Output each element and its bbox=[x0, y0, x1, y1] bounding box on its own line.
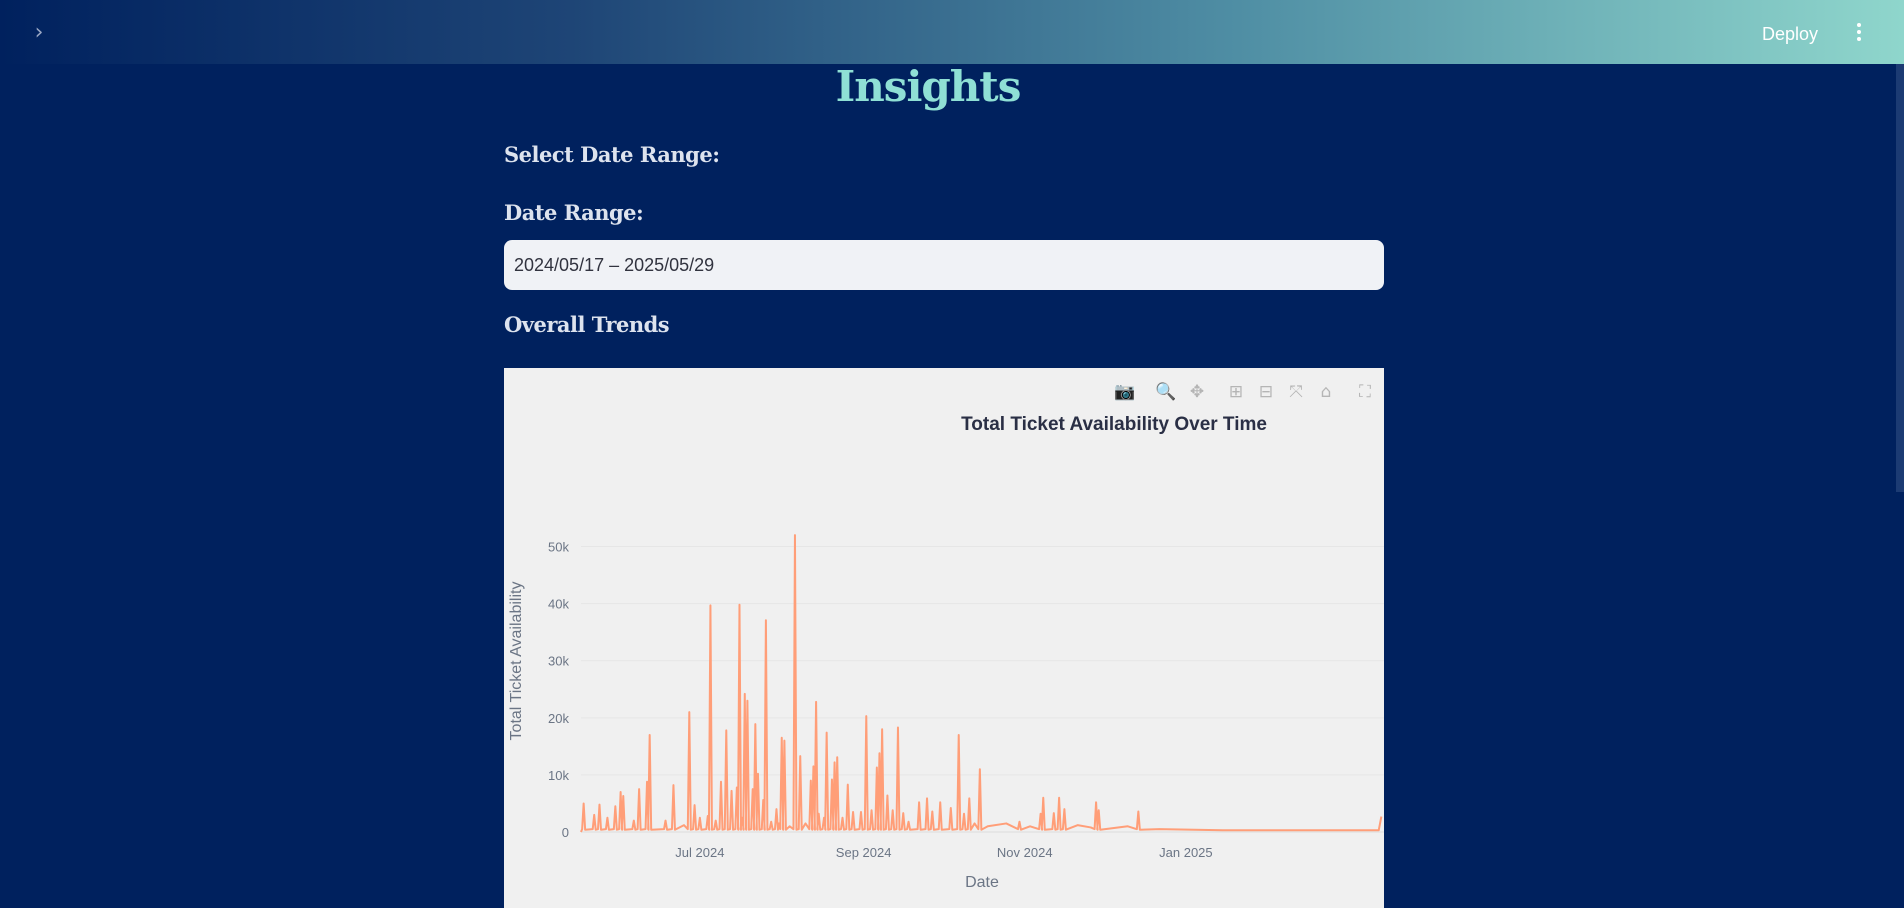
y-tick-label: 40k bbox=[548, 597, 569, 612]
x-tick-label: Jul 2024 bbox=[675, 845, 724, 860]
y-tick-label: 10k bbox=[548, 768, 569, 783]
y-tick-label: 20k bbox=[548, 711, 569, 726]
page-title: Insights bbox=[0, 62, 1856, 111]
app-header: › Deploy bbox=[0, 0, 1904, 64]
date-range-label: Date Range: bbox=[504, 200, 643, 225]
ticket-availability-chart[interactable]: 0 10k 20k 30k 40k 50k Jul 2024 Sep 2024 Nov 2024… bbox=[504, 368, 1384, 908]
camera-icon[interactable]: 📷 bbox=[1114, 381, 1136, 403]
select-range-heading: Select Date Range: bbox=[504, 142, 719, 167]
x-tick-label: Sep 2024 bbox=[836, 845, 892, 860]
x-tick-label: Nov 2024 bbox=[997, 845, 1053, 860]
zoom-icon[interactable]: 🔍 bbox=[1155, 381, 1177, 403]
y-tick-label: 0 bbox=[562, 825, 569, 840]
date-range-input[interactable]: 2024/05/17 – 2025/05/29 bbox=[504, 240, 1384, 290]
pan-icon[interactable]: ✥ bbox=[1186, 381, 1208, 403]
kebab-menu-icon[interactable] bbox=[1850, 20, 1868, 48]
y-axis-title: Total Ticket Availability bbox=[508, 582, 525, 741]
x-axis-title: Date bbox=[965, 874, 999, 891]
deploy-button[interactable]: Deploy bbox=[1762, 19, 1818, 49]
overall-trends-heading: Overall Trends bbox=[504, 312, 669, 337]
fullscreen-icon[interactable]: ⛶ bbox=[1354, 381, 1376, 403]
y-tick-label: 50k bbox=[548, 540, 569, 555]
page-scrollbar[interactable] bbox=[1896, 64, 1904, 492]
zoom-out-icon[interactable]: ⊟ bbox=[1255, 381, 1277, 403]
x-tick-label: Jan 2025 bbox=[1159, 845, 1213, 860]
chevron-right-icon[interactable]: › bbox=[28, 22, 50, 44]
reset-axes-icon[interactable]: ⌂ bbox=[1315, 381, 1337, 403]
chart-plot[interactable]: 0 10k 20k 30k 40k 50k Jul 2024 Sep 2024 Nov 2024… bbox=[504, 368, 1384, 908]
y-tick-label: 30k bbox=[548, 654, 569, 669]
zoom-in-icon[interactable]: ⊞ bbox=[1225, 381, 1247, 403]
chart-title: Total Ticket Availability Over Time bbox=[504, 414, 1384, 436]
series-line bbox=[581, 535, 1381, 832]
autoscale-icon[interactable]: ⤧ bbox=[1285, 381, 1307, 403]
